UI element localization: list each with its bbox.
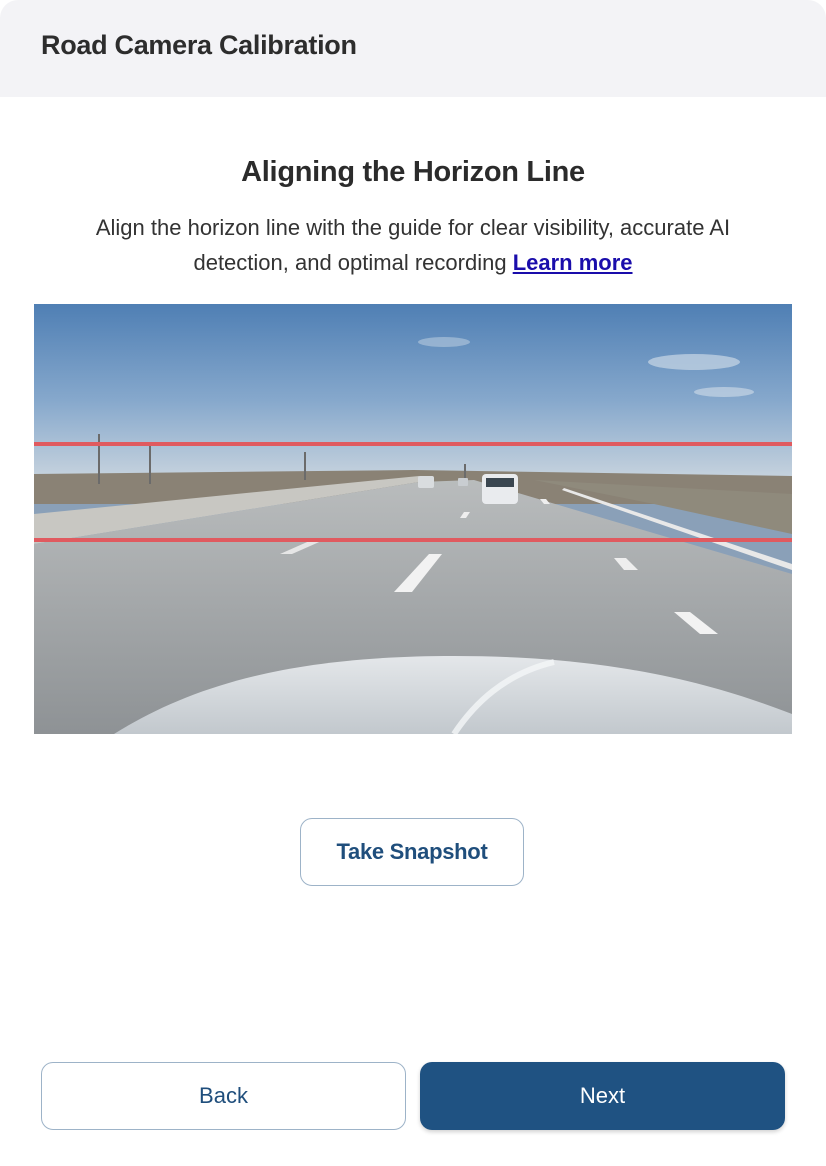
back-button[interactable]: Back xyxy=(41,1062,406,1130)
take-snapshot-button[interactable]: Take Snapshot xyxy=(300,818,524,886)
description-body: Align the horizon line with the guide fo… xyxy=(95,215,731,275)
next-button[interactable]: Next xyxy=(420,1062,785,1130)
page-title: Road Camera Calibration xyxy=(41,30,357,60)
section-title: Aligning the Horizon Line xyxy=(241,156,585,188)
header-bar: Road Camera Calibration xyxy=(0,0,826,97)
road-camera-image xyxy=(34,304,792,734)
horizon-guide-bottom xyxy=(34,538,792,542)
learn-more-link[interactable]: Learn more xyxy=(513,250,633,275)
camera-preview xyxy=(34,304,792,734)
description-text: Align the horizon line with the guide fo… xyxy=(50,210,776,280)
horizon-guide-top xyxy=(34,442,792,446)
